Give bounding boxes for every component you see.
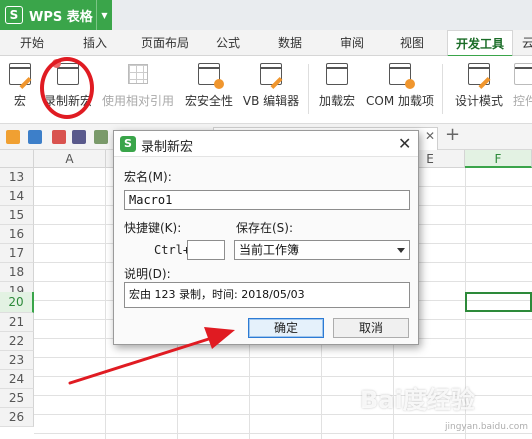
chevron-down-icon [397, 248, 405, 253]
title-bar: S WPS 表格 ▼ [0, 0, 532, 30]
print-icon[interactable] [72, 130, 86, 144]
description-label: 说明(D): [124, 267, 171, 281]
ribbon-tabs: 开始 插入 页面布局 公式 数据 审阅 视图 开发工具 云 [0, 30, 532, 57]
close-icon[interactable]: ✕ [398, 134, 411, 153]
row-header[interactable]: 22 [0, 332, 34, 351]
highlight-circle [40, 57, 94, 119]
relative-reference-icon [126, 62, 150, 86]
store-in-value: 当前工作簿 [239, 243, 300, 257]
macro-icon [8, 62, 32, 90]
ctrl-prefix-label: Ctrl+ [154, 243, 191, 257]
open-folder-icon[interactable] [6, 130, 20, 144]
dialog-title: 录制新宏 [141, 140, 194, 155]
vb-editor-label: VB 编辑器 [242, 94, 300, 108]
tab-cloud[interactable]: 云 [518, 30, 532, 56]
row-header-selected[interactable]: 20 [0, 292, 34, 313]
close-icon[interactable]: ✕ [425, 129, 435, 143]
macro-security-button[interactable]: 宏安全性 [180, 60, 238, 118]
row-header[interactable]: 25 [0, 389, 34, 408]
new-tab-icon[interactable]: + [445, 124, 460, 145]
row-header[interactable]: 14 [0, 187, 34, 206]
relative-reference-label: 使用相对引用 [101, 94, 174, 108]
row-header[interactable]: 23 [0, 351, 34, 370]
ok-button[interactable]: 确定 [248, 318, 324, 338]
row-header[interactable]: 17 [0, 244, 34, 263]
watermark-url: jingyan.baidu.com [445, 422, 529, 432]
tab-review[interactable]: 审阅 [332, 30, 372, 56]
shortcut-key-input[interactable] [187, 240, 225, 260]
controls-icon [513, 62, 532, 86]
row-header[interactable]: 18 [0, 263, 34, 282]
select-all-corner[interactable] [0, 150, 34, 168]
design-mode-button[interactable]: 设计模式 [450, 60, 508, 118]
wps-logo-icon: S [120, 136, 136, 152]
active-cell[interactable] [465, 292, 532, 312]
controls-label: 控件 [512, 94, 532, 108]
save-icon[interactable] [28, 130, 42, 144]
print-preview-icon[interactable] [94, 130, 108, 144]
tab-developer[interactable]: 开发工具 [447, 30, 513, 57]
tab-insert[interactable]: 插入 [75, 30, 115, 56]
app-name: WPS 表格 [29, 9, 93, 25]
macro-button[interactable]: 宏 [2, 60, 38, 118]
load-macro-label: 加载宏 [318, 94, 355, 108]
load-macro-icon [325, 62, 349, 86]
wps-logo-icon: S [5, 6, 23, 24]
row-header[interactable]: 13 [0, 168, 34, 187]
tab-formulas[interactable]: 公式 [208, 30, 248, 56]
description-input[interactable]: 宏由 123 录制，时间: 2018/05/03 [124, 282, 410, 308]
com-addins-button[interactable]: COM 加载项 [362, 60, 438, 118]
watermark-logo: Bai度经验 [360, 386, 475, 414]
column-header-a[interactable]: A [34, 150, 106, 168]
macro-name-input[interactable]: Macro1 [124, 190, 410, 210]
macro-security-label: 宏安全性 [184, 94, 233, 108]
row-header[interactable]: 26 [0, 408, 34, 427]
app-menu-button[interactable]: S WPS 表格 ▼ [0, 0, 112, 30]
design-mode-icon [467, 62, 491, 90]
store-in-label: 保存在(S): [236, 221, 294, 235]
chevron-down-icon[interactable]: ▼ [96, 0, 112, 30]
tab-view[interactable]: 视图 [392, 30, 432, 56]
row-header[interactable]: 16 [0, 225, 34, 244]
shortcut-label: 快捷键(K): [124, 221, 182, 235]
ribbon-separator [442, 64, 443, 114]
tab-data[interactable]: 数据 [270, 30, 310, 56]
row-header[interactable]: 15 [0, 206, 34, 225]
relative-reference-button[interactable]: 使用相对引用 [100, 60, 176, 118]
row-header[interactable]: 21 [0, 313, 34, 332]
vb-editor-icon [259, 62, 283, 90]
store-in-select[interactable]: 当前工作簿 [234, 240, 410, 260]
com-addins-label: COM 加载项 [366, 94, 434, 108]
vb-editor-button[interactable]: VB 编辑器 [238, 60, 304, 118]
design-mode-label: 设计模式 [454, 94, 503, 108]
tab-page-layout[interactable]: 页面布局 [133, 30, 197, 56]
controls-button[interactable]: 控件 [510, 60, 532, 118]
macro-name-label: 宏名(M): [124, 170, 172, 184]
tab-home[interactable]: 开始 [12, 30, 52, 56]
ribbon-separator [308, 64, 309, 114]
dialog-title-bar: S 录制新宏 ✕ [114, 131, 418, 157]
column-header-f[interactable]: F [465, 150, 532, 168]
shield-icon [197, 62, 224, 89]
gear-icon [388, 62, 415, 89]
cancel-button[interactable]: 取消 [333, 318, 409, 338]
export-pdf-icon[interactable] [52, 130, 66, 144]
macro-label: 宏 [13, 94, 26, 108]
row-header[interactable]: 24 [0, 370, 34, 389]
record-macro-dialog: S 录制新宏 ✕ 宏名(M): Macro1 快捷键(K): Ctrl+ 保存在… [113, 130, 419, 345]
load-macro-button[interactable]: 加载宏 [314, 60, 360, 118]
